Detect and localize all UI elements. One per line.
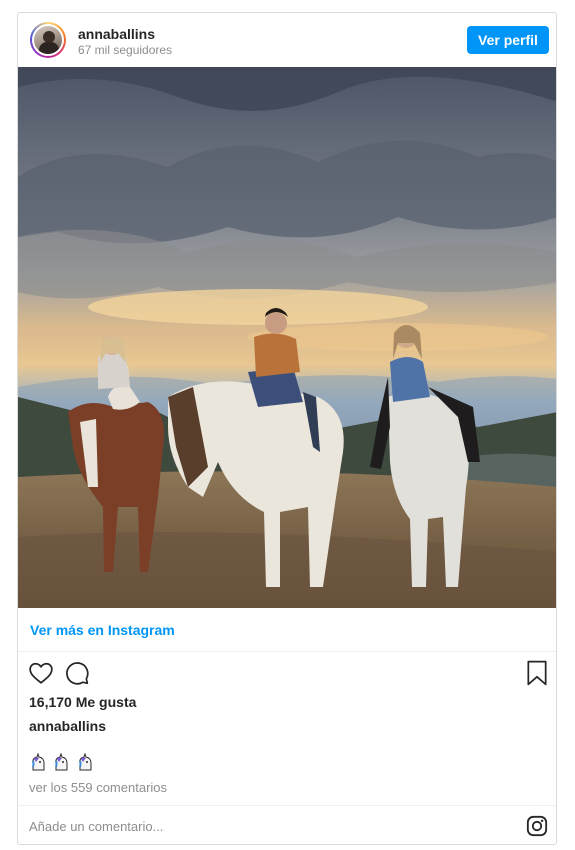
instagram-embed-card: annaballins 67 mil seguidores Ver perfil	[17, 12, 557, 845]
post-header: annaballins 67 mil seguidores Ver perfil	[18, 13, 556, 67]
comment-input[interactable]	[29, 814, 509, 838]
unicorn-emoji	[78, 752, 92, 771]
caption-username[interactable]: annaballins	[29, 718, 106, 734]
caption-emojis	[29, 752, 95, 771]
heart-icon[interactable]	[28, 660, 54, 686]
follower-count: 67 mil seguidores	[78, 43, 173, 57]
avatar-image	[32, 24, 64, 56]
unicorn-emoji	[32, 752, 45, 771]
view-on-instagram-link[interactable]: Ver más en Instagram	[30, 622, 175, 638]
username[interactable]: annaballins	[78, 26, 155, 42]
unicorn-emoji	[55, 752, 68, 771]
like-count[interactable]: 16,170 Me gusta	[29, 694, 136, 710]
instagram-logo-icon[interactable]	[526, 815, 548, 837]
comment-bar	[18, 805, 556, 844]
view-on-instagram-row: Ver más en Instagram	[18, 608, 556, 652]
comment-bubble-icon[interactable]	[64, 660, 90, 686]
bookmark-icon[interactable]	[526, 660, 548, 686]
view-comments-link[interactable]: ver los 559 comentarios	[29, 780, 167, 795]
view-profile-button[interactable]: Ver perfil	[467, 26, 549, 54]
post-photo[interactable]	[18, 67, 557, 608]
avatar[interactable]	[30, 22, 66, 58]
